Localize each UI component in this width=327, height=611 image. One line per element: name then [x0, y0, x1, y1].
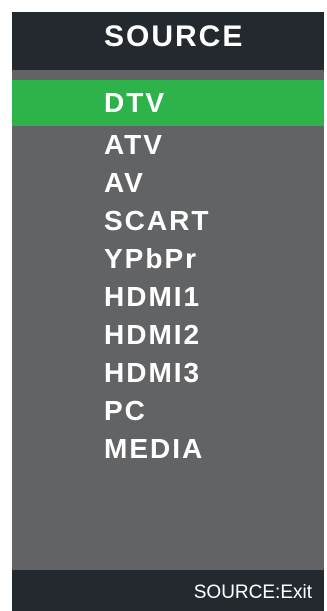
source-item-atv[interactable]: ATV [12, 126, 324, 164]
source-item-hdmi2[interactable]: HDMI2 [12, 316, 324, 354]
menu-footer: SOURCE:Exit [12, 570, 324, 611]
source-menu: SOURCE DTV ATV AV SCART YPbPr HDMI1 HDMI… [12, 12, 324, 611]
menu-title: SOURCE [104, 20, 245, 53]
exit-hint: SOURCE:Exit [193, 582, 312, 603]
source-item-ypbpr[interactable]: YPbPr [12, 240, 324, 278]
source-item-media[interactable]: MEDIA [12, 430, 324, 468]
source-item-dtv[interactable]: DTV [12, 80, 324, 126]
menu-header: SOURCE [12, 12, 324, 70]
source-item-av[interactable]: AV [12, 164, 324, 202]
source-item-hdmi1[interactable]: HDMI1 [12, 278, 324, 316]
source-item-scart[interactable]: SCART [12, 202, 324, 240]
source-list: DTV ATV AV SCART YPbPr HDMI1 HDMI2 HDMI3… [12, 80, 324, 468]
source-item-hdmi3[interactable]: HDMI3 [12, 354, 324, 392]
source-item-pc[interactable]: PC [12, 392, 324, 430]
